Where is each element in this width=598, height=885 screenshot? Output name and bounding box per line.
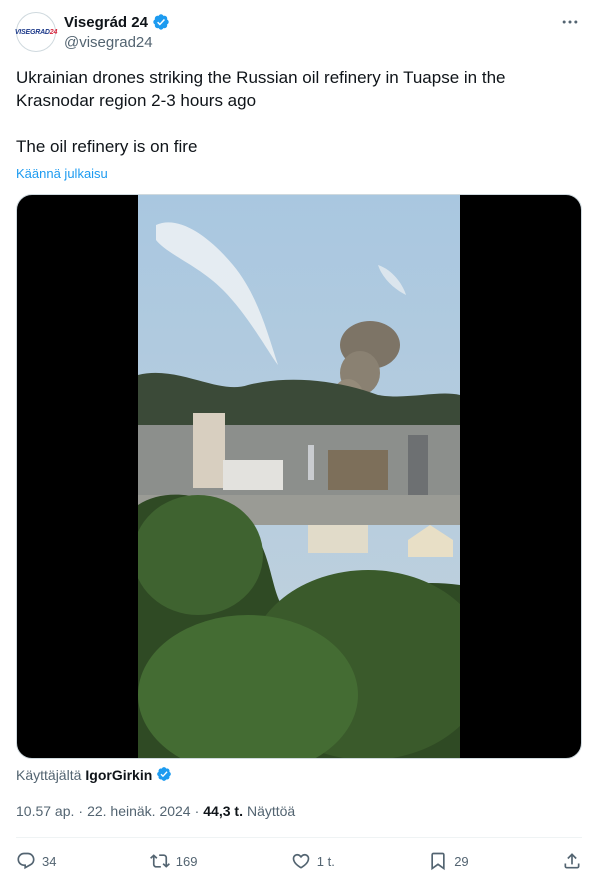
meta-separator: · xyxy=(194,803,200,819)
bookmark-count: 29 xyxy=(454,853,469,869)
source-label: Käyttäjältä xyxy=(16,767,82,783)
verified-badge-icon xyxy=(156,766,174,784)
reply-button[interactable]: 34 xyxy=(16,851,56,871)
reply-icon xyxy=(17,852,35,870)
meta-separator: · xyxy=(78,803,84,819)
bookmark-icon xyxy=(431,852,445,871)
author-name-row: Visegrád 24 xyxy=(64,13,170,31)
reply-count: 34 xyxy=(42,853,57,869)
like-button[interactable]: 1 t. xyxy=(291,851,335,871)
video-frame xyxy=(138,195,460,758)
more-icon[interactable] xyxy=(560,12,580,32)
repost-count: 169 xyxy=(175,853,198,869)
tweet-meta: 10.57 ap. · 22. heinäk. 2024 · 44,3 t. N… xyxy=(16,803,295,819)
bookmark-button[interactable]: 29 xyxy=(428,851,469,871)
like-count: 1 t. xyxy=(316,853,335,869)
repost-button[interactable]: 169 xyxy=(149,851,198,871)
views-label: Näyttöä xyxy=(246,803,296,819)
tweet-date[interactable]: 22. heinäk. 2024 xyxy=(87,803,191,819)
views-count: 44,3 t. xyxy=(203,803,243,819)
share-icon xyxy=(564,853,580,869)
share-button[interactable] xyxy=(562,851,582,871)
video-media[interactable] xyxy=(16,194,582,759)
verified-badge-icon[interactable] xyxy=(152,13,170,31)
like-icon xyxy=(292,853,310,869)
video-source: Käyttäjältä IgorGirkin xyxy=(16,766,174,784)
avatar[interactable]: VISEGRAD24 xyxy=(14,12,58,52)
avatar-logo: VISEGRAD24 xyxy=(14,28,58,36)
author-handle[interactable]: @visegrad24 xyxy=(64,34,153,51)
repost-icon xyxy=(149,854,170,868)
author-display-name[interactable]: Visegrád 24 xyxy=(64,14,148,31)
action-bar: 34 169 1 t. 29 xyxy=(16,848,582,874)
source-user-link[interactable]: IgorGirkin xyxy=(85,767,152,783)
translate-link[interactable]: Käännä julkaisu xyxy=(16,166,108,181)
tweet-time[interactable]: 10.57 ap. xyxy=(16,803,74,819)
tweet-text: Ukrainian drones striking the Russian oi… xyxy=(16,68,506,156)
divider xyxy=(16,837,582,838)
